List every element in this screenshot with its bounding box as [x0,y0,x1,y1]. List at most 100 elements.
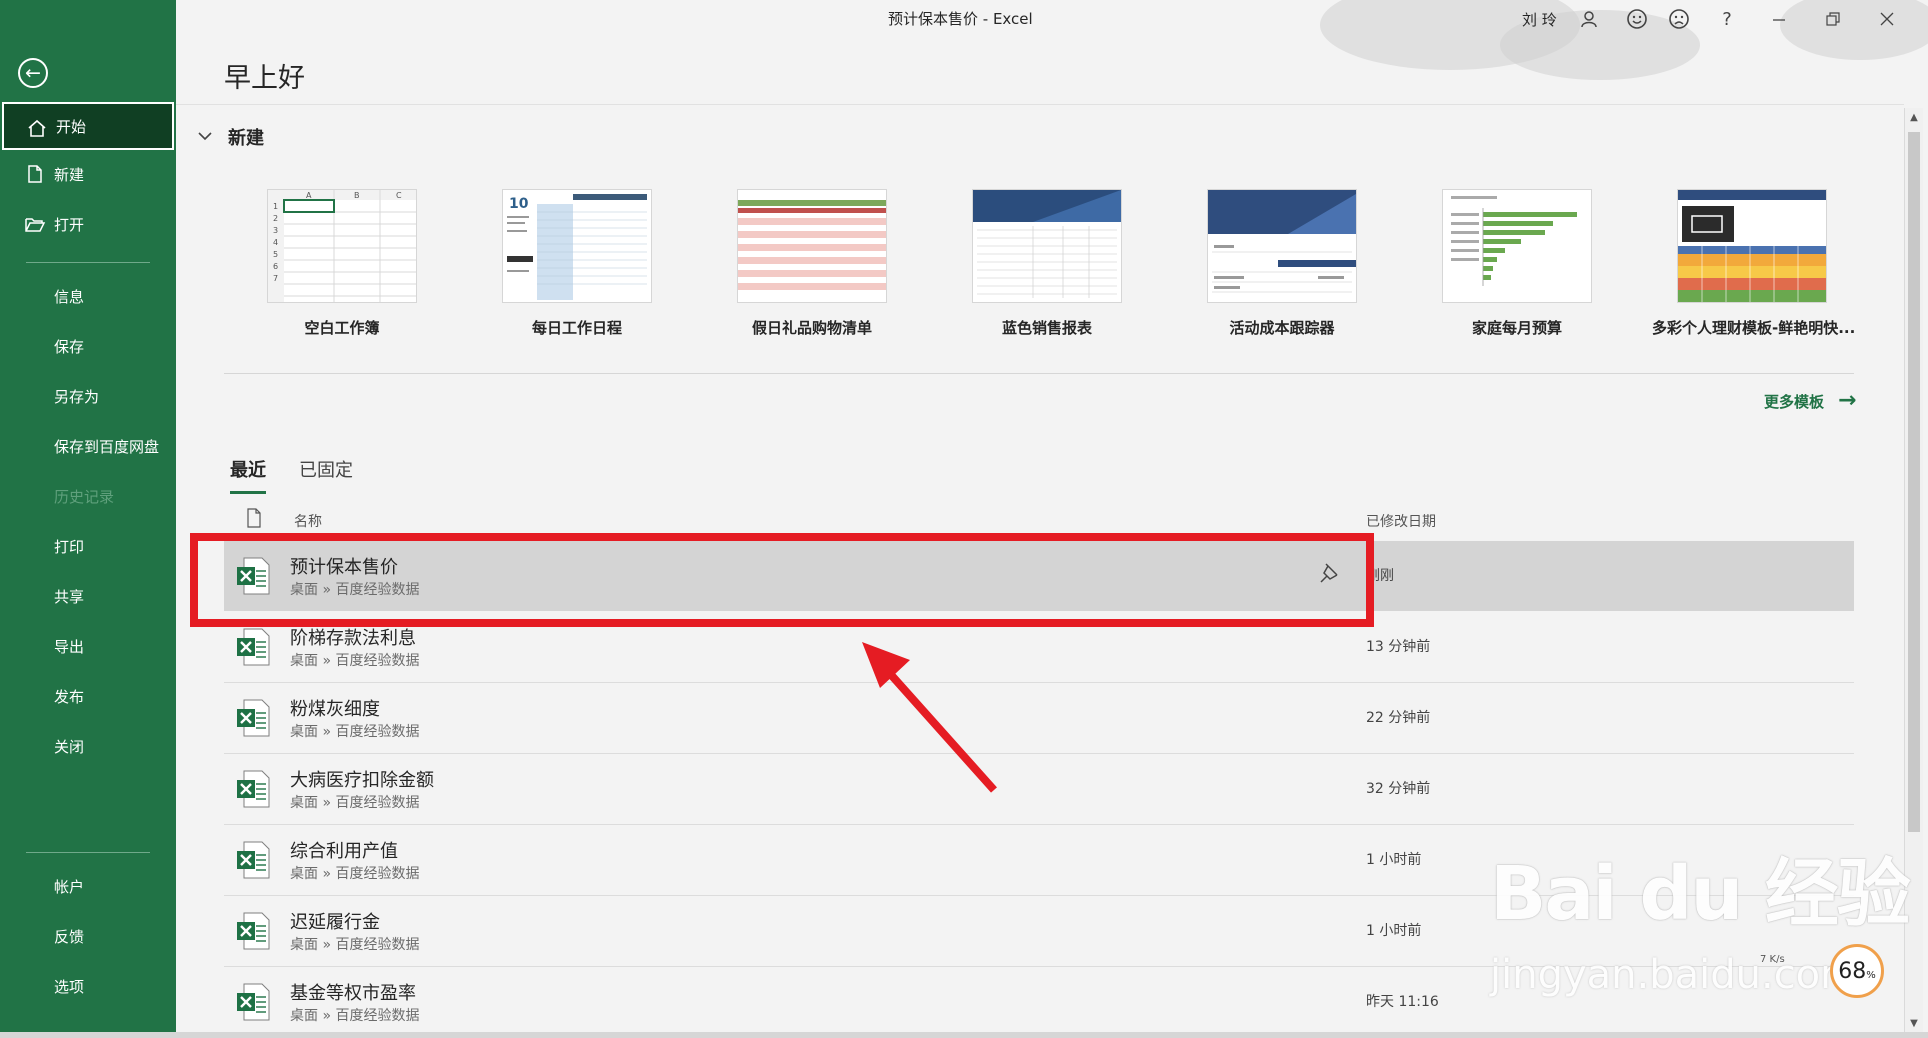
file-path: 桌面 » 百度经验数据 [290,582,420,598]
svg-text:C: C [396,191,402,200]
sidebar-item-account[interactable]: 帐户 [2,862,174,910]
file-path: 桌面 » 百度经验数据 [290,653,420,669]
more-templates-link[interactable]: 更多模板 → [1764,390,1856,412]
template-blank-workbook[interactable]: A B C 1 2 3 4 5 6 7 空白工作簿 [242,190,442,338]
file-modified-date: 32 分钟前 [1366,781,1431,797]
template-blue-sales-report[interactable]: 蓝色销售报表 [947,190,1147,338]
home-icon [28,119,46,137]
svg-text:B: B [354,191,360,200]
file-name: 阶梯存款法利息 [290,628,416,649]
sidebar-item-publish[interactable]: 发布 [2,672,174,720]
network-speed-widget[interactable]: 68 % [1830,944,1884,998]
sidebar-item-open[interactable]: 打开 [2,200,174,248]
scrollbar-thumb[interactable] [1908,132,1920,832]
excel-file-icon [237,983,270,1021]
sidebar-item-feedback[interactable]: 反馈 [2,912,174,960]
template-name: 多彩个人理财模板-鲜艳明快... [1652,319,1856,337]
sidebar-item-options[interactable]: 选项 [2,962,174,1010]
help-icon[interactable]: ? [1714,6,1740,32]
template-thumbnail [1443,190,1591,302]
greeting-heading: 早上好 [224,63,305,94]
new-file-icon [28,165,42,183]
sidebar-item-label: 反馈 [54,927,85,946]
header-divider [176,104,1904,105]
templates-divider [224,373,1854,374]
sidebar-item-info[interactable]: 信息 [2,272,174,320]
sidebar-item-label: 开始 [56,117,87,136]
file-modified-date: 22 分钟前 [1366,710,1431,726]
template-daily-schedule[interactable]: 10 每日工作日程 [477,190,677,338]
template-name: 蓝色销售报表 [1001,319,1092,337]
sidebar-item-label: 关闭 [54,737,85,756]
network-speed-rate: 7 K/s [1760,954,1785,965]
sidebar-item-export[interactable]: 导出 [2,622,174,670]
recent-file-row[interactable]: 预计保本售价 桌面 » 百度经验数据 刚刚 [224,541,1854,611]
template-thumbnail [1678,190,1826,302]
file-path: 桌面 » 百度经验数据 [290,937,420,953]
file-modified-date: 13 分钟前 [1366,639,1431,655]
user-name[interactable]: 刘 玲 [1522,9,1557,30]
svg-text:1: 1 [273,202,278,211]
recent-file-row[interactable]: 阶梯存款法利息桌面 » 百度经验数据 13 分钟前 [224,612,1854,683]
file-name: 迟延履行金 [290,912,380,933]
sidebar-item-save[interactable]: 保存 [2,322,174,370]
sidebar-item-print[interactable]: 打印 [2,522,174,570]
new-section-toggle[interactable]: 新建 [198,124,264,150]
more-templates-label: 更多模板 [1764,392,1825,411]
restore-icon[interactable] [1820,6,1846,32]
template-thumb-number: 10 [509,196,529,212]
scroll-up-icon[interactable]: ▲ [1905,108,1923,126]
recent-file-row[interactable]: 大病医疗扣除金额 桌面 » 百度经验数据 32 分钟前 [224,754,1854,825]
template-personal-finance[interactable]: 多彩个人理财模板-鲜艳明快... [1652,190,1856,338]
scroll-down-icon[interactable]: ▼ [1905,1014,1923,1032]
chevron-down-icon [198,129,212,145]
template-name: 空白工作簿 [304,319,380,337]
file-modified-date: 刚刚 [1366,568,1394,584]
watermark-url: jingyan.baidu.com [1490,952,1860,998]
user-icon[interactable] [1576,6,1602,32]
sidebar-item-save-as[interactable]: 另存为 [2,372,174,420]
sidebar-item-label: 保存 [54,337,85,356]
sidebar-item-new[interactable]: 新建 [2,150,174,198]
file-name: 综合利用产值 [290,841,398,862]
template-thumbnail: A B C 1 2 3 4 5 6 7 [268,190,416,302]
sidebar-item-label: 另存为 [54,387,100,406]
excel-file-icon [237,912,270,950]
file-name: 大病医疗扣除金额 [290,770,434,791]
tab-pinned[interactable]: 已固定 [299,456,353,482]
sidebar-item-save-baidu[interactable]: 保存到百度网盘 [2,422,174,470]
template-thumbnail: 10 [503,190,651,302]
minimize-icon[interactable] [1766,6,1792,32]
template-event-cost-tracker[interactable]: 活动成本跟踪器 [1182,190,1382,338]
sidebar-item-label: 保存到百度网盘 [54,437,160,456]
template-name: 家庭每月预算 [1471,319,1562,337]
sidebar-divider [26,852,150,853]
file-path: 桌面 » 百度经验数据 [290,1008,420,1024]
back-arrow-icon[interactable]: ← [18,58,48,88]
sidebar-item-label: 信息 [54,287,85,306]
sidebar-item-history: 历史记录 [2,472,174,520]
pin-icon[interactable] [1318,561,1340,585]
recent-file-row[interactable]: 粉煤灰细度 桌面 » 百度经验数据 22 分钟前 [224,683,1854,754]
template-holiday-gift-list[interactable]: 假日礼品购物清单 [712,190,912,338]
svg-text:7: 7 [273,274,278,283]
new-section-title: 新建 [228,128,264,149]
frown-icon[interactable] [1666,6,1692,32]
sidebar-item-home[interactable]: 开始 [2,102,174,150]
column-header-name[interactable]: 名称 [294,511,322,531]
smile-icon[interactable] [1624,6,1650,32]
sidebar-item-share[interactable]: 共享 [2,572,174,620]
column-header-modified[interactable]: 已修改日期 [1366,511,1436,531]
horizontal-scrollbar[interactable] [0,1032,1928,1038]
sidebar-item-label: 打印 [54,537,85,556]
sidebar-item-label: 帐户 [54,877,85,896]
close-icon[interactable] [1874,6,1900,32]
sidebar-item-label: 导出 [54,637,85,656]
sidebar-item-close[interactable]: 关闭 [2,722,174,770]
file-path: 桌面 » 百度经验数据 [290,866,420,882]
tab-recent[interactable]: 最近 [230,456,266,494]
sidebar-item-label: 发布 [54,687,85,706]
template-thumbnail [973,190,1121,302]
template-family-monthly-budget[interactable]: 家庭每月预算 [1417,190,1617,338]
file-type-header-icon [247,508,261,528]
